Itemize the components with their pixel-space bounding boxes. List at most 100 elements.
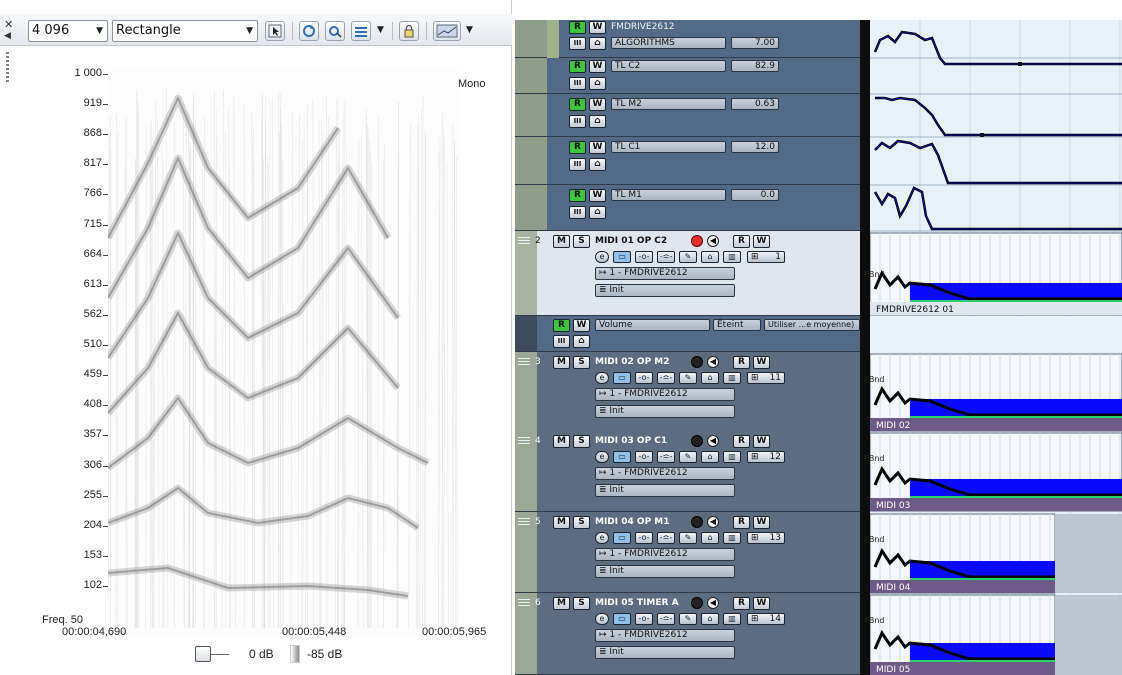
automation-track-tl-m1[interactable]: R W TL M1 0.0 III ⌂ xyxy=(515,185,860,231)
read-automation-button[interactable]: R xyxy=(553,319,570,332)
parameter-field[interactable]: TL M1 xyxy=(611,189,726,201)
volume-automation-lane[interactable]: R W Volume Éteint Utiliser ...e moyenne)… xyxy=(515,316,860,352)
write-automation-button[interactable]: W xyxy=(589,60,606,73)
keyboard-icon[interactable]: ▥ xyxy=(723,613,741,625)
edit-instrument-button[interactable]: e xyxy=(595,372,609,384)
write-automation-button[interactable]: W xyxy=(589,21,606,34)
write-automation-button[interactable]: W xyxy=(753,435,770,448)
read-automation-button[interactable]: R xyxy=(733,597,750,610)
midi-input-icon[interactable]: ▭ xyxy=(613,451,631,463)
sends-icon[interactable]: -≏- xyxy=(657,451,675,463)
output-routing-field[interactable]: ↦ 1 - FMDRIVE2612 xyxy=(595,267,735,280)
window-type-select[interactable]: Rectangle ▼ xyxy=(112,20,258,42)
folder-icon[interactable]: ⌂ xyxy=(701,251,719,263)
parameter-field[interactable]: TL C2 xyxy=(611,60,726,72)
read-icon-button[interactable]: III xyxy=(569,206,586,219)
read-icon-button[interactable]: III xyxy=(569,37,586,50)
arrange-canvas[interactable]: FMDRIVE2612 01 MIDI 02 MIDI 03 MIDI 04 MIDI … xyxy=(869,20,1122,675)
automation-track-tl-c2[interactable]: R W TL C2 82.9 III ⌂ xyxy=(515,58,860,94)
parameter-value[interactable]: 0.0 xyxy=(731,189,779,201)
edit-instrument-button[interactable]: e xyxy=(595,613,609,625)
midi-input-icon[interactable]: ▭ xyxy=(613,613,631,625)
parameter-value[interactable]: 0.63 xyxy=(731,98,779,110)
output-routing-field[interactable]: ↦ 1 - FMDRIVE2612 xyxy=(595,629,735,642)
folder-icon-button[interactable]: ⌂ xyxy=(589,206,606,219)
solo-button[interactable]: S xyxy=(573,235,590,248)
sends-icon[interactable]: -≏- xyxy=(657,613,675,625)
record-enable-button[interactable] xyxy=(691,516,703,528)
folder-icon-button[interactable]: ⌂ xyxy=(589,37,606,50)
monitor-button[interactable]: ◀ xyxy=(707,597,719,609)
display-mode-button[interactable] xyxy=(433,21,461,41)
parameter-value[interactable]: 82.9 xyxy=(731,60,779,72)
read-automation-button[interactable]: R xyxy=(569,141,586,154)
solo-button[interactable]: S xyxy=(573,435,590,448)
track-handle-icon[interactable] xyxy=(518,237,530,246)
solo-button[interactable]: S xyxy=(573,597,590,610)
monitor-button[interactable]: ◀ xyxy=(707,356,719,368)
monitor-button[interactable]: ◀ xyxy=(707,435,719,447)
mute-button[interactable]: M xyxy=(553,356,570,369)
keyboard-icon[interactable]: ▥ xyxy=(723,251,741,263)
write-automation-button[interactable]: W xyxy=(589,141,606,154)
write-automation-button[interactable]: W xyxy=(589,189,606,202)
keyboard-icon[interactable]: ▥ xyxy=(723,532,741,544)
midi-track-4[interactable]: 5 M S MIDI 04 OP M1 ◀ R W e ▭ -o- -≏- ✎ … xyxy=(515,512,860,593)
edit-instrument-button[interactable]: e xyxy=(595,251,609,263)
write-automation-button[interactable]: W xyxy=(589,98,606,111)
write-automation-button[interactable]: W xyxy=(753,235,770,248)
folder-icon-button[interactable]: ⌂ xyxy=(589,77,606,90)
folder-icon[interactable]: ⌂ xyxy=(701,372,719,384)
insert-effects-icon[interactable]: -o- xyxy=(635,613,653,625)
pencil-icon[interactable]: ✎ xyxy=(679,251,697,263)
parameter-value[interactable]: 12.0 xyxy=(731,141,779,153)
midi-channel-field[interactable]: ⊞ 13 xyxy=(747,532,785,544)
lock-button[interactable] xyxy=(399,21,419,41)
midi-channel-field[interactable]: ⊞ 12 xyxy=(747,451,785,463)
gain-slider[interactable] xyxy=(195,646,235,662)
midi-track-5[interactable]: 6 M S MIDI 05 TIMER A ◀ R W e ▭ -o- -≏- … xyxy=(515,593,860,675)
solo-button[interactable]: S xyxy=(573,356,590,369)
fft-size-select[interactable]: 4 096 ▼ xyxy=(28,20,108,42)
read-automation-button[interactable]: R xyxy=(569,98,586,111)
midi-channel-field[interactable]: ⊞ 14 xyxy=(747,613,785,625)
read-automation-button[interactable]: R xyxy=(733,435,750,448)
folder-icon[interactable]: ⌂ xyxy=(701,451,719,463)
arrange-timeline[interactable]: FMDRIVE2612 01 MIDI 02 MIDI 03 MIDI 04 MIDI … xyxy=(864,20,1122,675)
output-routing-field[interactable]: ↦ 1 - FMDRIVE2612 xyxy=(595,467,735,480)
read-icon-button[interactable]: III xyxy=(569,77,586,90)
sends-icon[interactable]: -≏- xyxy=(657,372,675,384)
pencil-icon[interactable]: ✎ xyxy=(679,372,697,384)
parameter-field[interactable]: TL M2 xyxy=(611,98,726,110)
pencil-icon[interactable]: ✎ xyxy=(679,451,697,463)
folder-icon-button[interactable]: ⌂ xyxy=(589,158,606,171)
mute-button[interactable]: M xyxy=(553,516,570,529)
collapse-arrow-icon[interactable]: ◀ xyxy=(4,31,11,41)
gain-slider-thumb[interactable] xyxy=(195,646,211,662)
pencil-icon[interactable]: ✎ xyxy=(679,613,697,625)
output-routing-field[interactable]: ↦ 1 - FMDRIVE2612 xyxy=(595,548,735,561)
pointer-tool-button[interactable] xyxy=(265,21,285,41)
tracklist-splitter[interactable] xyxy=(860,20,870,675)
mute-button[interactable]: M xyxy=(553,235,570,248)
track-handle-icon[interactable] xyxy=(518,599,530,608)
record-enable-button[interactable] xyxy=(691,356,703,368)
read-icon-button[interactable]: III xyxy=(553,335,570,348)
keyboard-icon[interactable]: ▥ xyxy=(723,372,741,384)
output-routing-field[interactable]: ↦ 1 - FMDRIVE2612 xyxy=(595,388,735,401)
read-automation-button[interactable]: R xyxy=(733,356,750,369)
midi-track-3[interactable]: 4 M S MIDI 03 OP C1 ◀ R W e ▭ -o- -≏- ✎ … xyxy=(515,431,860,512)
record-enable-button[interactable] xyxy=(691,235,703,247)
midi-input-icon[interactable]: ▭ xyxy=(613,532,631,544)
write-automation-button[interactable]: W xyxy=(573,319,590,332)
automation-state-field[interactable]: Éteint xyxy=(713,319,761,331)
read-automation-button[interactable]: R xyxy=(733,516,750,529)
refresh-button[interactable] xyxy=(299,21,319,41)
read-icon-button[interactable]: III xyxy=(569,158,586,171)
automation-track-algorithms[interactable]: R W FMDRIVE2612 III ⌂ ALGORITHMS 7.00 xyxy=(515,20,860,58)
monitor-button[interactable]: ◀ xyxy=(707,516,719,528)
write-automation-button[interactable]: W xyxy=(753,356,770,369)
program-field[interactable]: ≣ Init xyxy=(595,646,735,659)
midi-channel-field[interactable]: ⊞ 11 xyxy=(747,372,785,384)
read-automation-button[interactable]: R xyxy=(569,60,586,73)
